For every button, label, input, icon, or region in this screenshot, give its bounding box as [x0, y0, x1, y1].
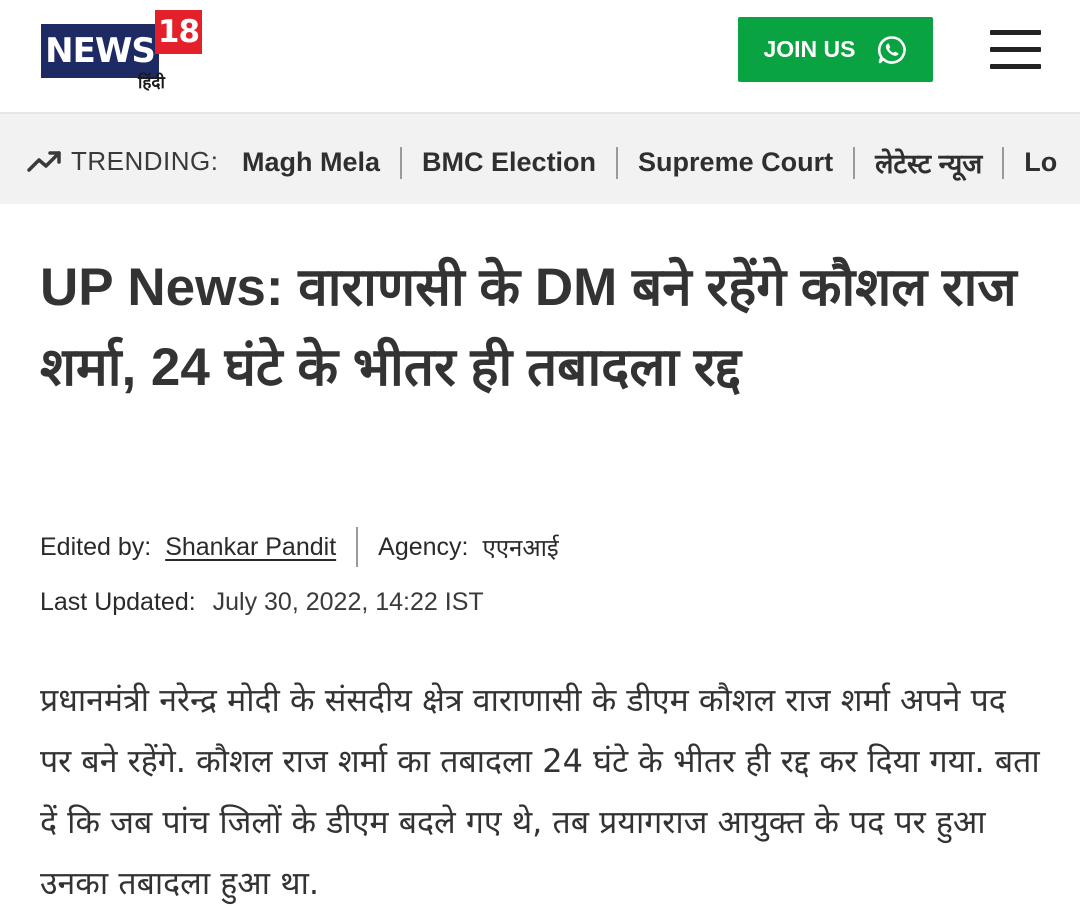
- trending-link-magh-mela[interactable]: Magh Mela: [242, 147, 380, 178]
- last-updated: Last Updated: July 30, 2022, 14:22 IST: [40, 588, 484, 617]
- trending-label: TRENDING:: [71, 146, 219, 176]
- trending-divider: [616, 146, 619, 179]
- last-updated-label: Last Updated:: [40, 588, 196, 616]
- trending-link-supreme-court[interactable]: Supreme Court: [638, 147, 833, 178]
- logo-number-badge: 18: [155, 10, 202, 54]
- trending-divider: [1002, 146, 1005, 179]
- join-us-label: JOIN US: [763, 36, 856, 62]
- article-body-paragraph: प्रधानमंत्री नरेन्द्र मोदी के संसदीय क्ष…: [40, 681, 1040, 902]
- byline-divider: [356, 527, 359, 567]
- trending-links: Magh Mela BMC Election Supreme Court लेट…: [242, 144, 1057, 181]
- join-us-button[interactable]: JOIN US: [738, 17, 933, 82]
- trending-link-bmc-election[interactable]: BMC Election: [422, 147, 596, 178]
- logo-subtitle: हिंदी: [138, 73, 165, 93]
- trending-divider: [400, 146, 403, 179]
- trending-divider: [853, 146, 856, 179]
- trending-up-icon: [27, 151, 61, 172]
- trending-link-latest-news[interactable]: लेटेस्ट न्यूज: [875, 144, 982, 181]
- trending-bar: TRENDING: Magh Mela BMC Election Supreme…: [0, 114, 1080, 204]
- editor-link[interactable]: Shankar Pandit: [165, 533, 336, 562]
- article-headline: UP News: वाराणसी के DM बने रहेंगे कौशल र…: [40, 258, 1017, 397]
- news18-logo[interactable]: NEWS 18 हिंदी: [41, 10, 203, 96]
- edited-by-label: Edited by:: [40, 532, 152, 561]
- agency-value: एएनआई: [482, 534, 559, 562]
- whatsapp-icon: [877, 35, 906, 64]
- hamburger-menu-icon[interactable]: [990, 30, 1042, 70]
- trending-link-truncated[interactable]: Lo: [1024, 147, 1057, 178]
- site-header: NEWS 18 हिंदी JOIN US: [0, 0, 1080, 114]
- agency-label: Agency:: [378, 532, 469, 561]
- last-updated-value: July 30, 2022, 14:22 IST: [212, 588, 484, 616]
- article-byline: Edited by: Shankar Pandit Agency: एएनआई: [40, 526, 559, 568]
